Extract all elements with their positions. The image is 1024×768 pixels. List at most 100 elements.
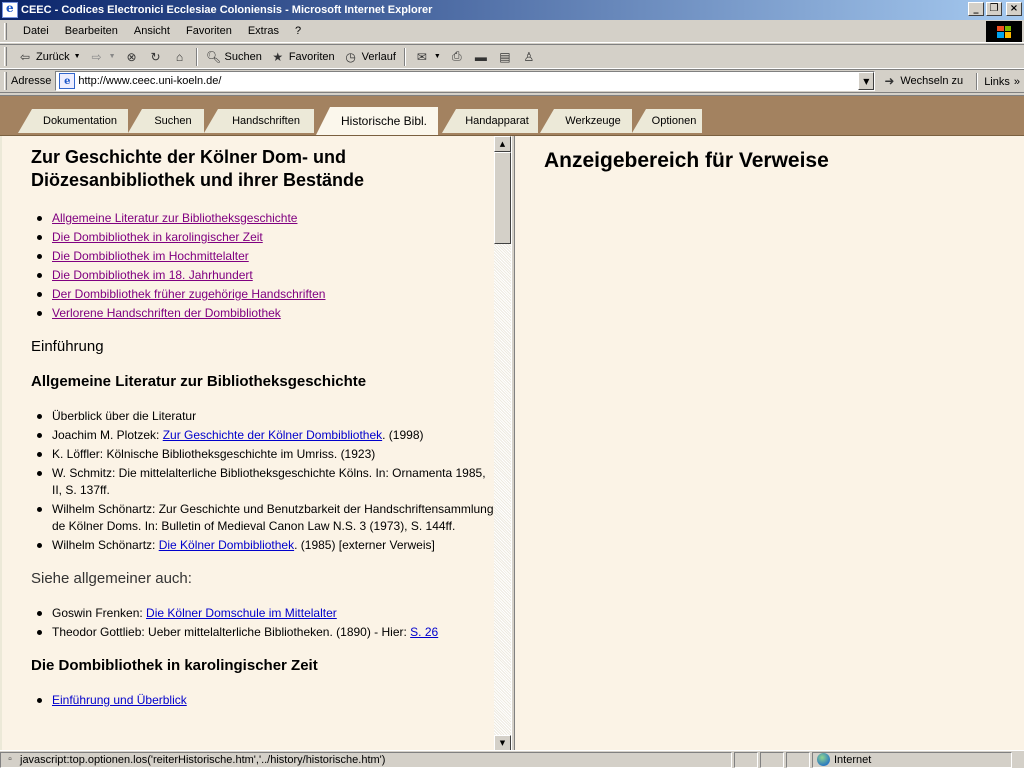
see-also-list: Goswin Frenken: Die Kölner Domschule im … bbox=[31, 605, 494, 641]
list-item: Überblick über die Literatur bbox=[31, 408, 494, 425]
forward-arrow-icon: ⇨ bbox=[91, 49, 102, 64]
status-cell bbox=[734, 751, 758, 768]
list-item: Wilhelm Schönartz: Zur Geschichte und Be… bbox=[31, 501, 494, 535]
discuss-icon: ▤ bbox=[499, 49, 511, 64]
section-heading-einfuehrung: Einführung bbox=[31, 338, 104, 355]
list-item: Der Dombibliothek früher zugehörige Hand… bbox=[31, 286, 494, 303]
left-frame-content: Zur Geschichte der Kölner Dom- und Diöze… bbox=[2, 136, 494, 751]
stop-button[interactable]: ⊗ bbox=[120, 47, 144, 67]
tab-historische-bibl[interactable]: Historische Bibl. bbox=[316, 107, 438, 135]
favorites-button[interactable]: ★ Favoriten bbox=[266, 47, 339, 67]
go-arrow-icon: ➜ bbox=[884, 74, 895, 88]
tab-handschriften[interactable]: Handschriften bbox=[204, 109, 314, 133]
go-button[interactable]: ➜ Wechseln zu bbox=[881, 73, 963, 89]
title-bar: CEEC - Codices Electronici Ecclesiae Col… bbox=[0, 0, 1024, 20]
menu-datei[interactable]: Datei bbox=[15, 23, 57, 39]
list-item: Joachim M. Plotzek: Zur Geschichte der K… bbox=[31, 427, 494, 444]
discuss-button[interactable]: ▤ bbox=[493, 47, 517, 67]
tab-werkzeuge[interactable]: Werkzeuge bbox=[540, 109, 632, 133]
toolbar-grip[interactable] bbox=[4, 22, 7, 40]
page-title: Zur Geschichte der Kölner Dom- und Diöze… bbox=[31, 147, 365, 190]
windows-flag-icon bbox=[997, 25, 1011, 38]
address-bar: Adresse e ▼ ➜ Wechseln zu Links » bbox=[0, 69, 1024, 93]
toc-link[interactable]: Die Dombibliothek im 18. Jahrhundert bbox=[52, 268, 253, 282]
menu-help[interactable]: ? bbox=[287, 23, 309, 39]
toc-link[interactable]: Der Dombibliothek früher zugehörige Hand… bbox=[52, 287, 325, 301]
literature-link[interactable]: Zur Geschichte der Kölner Dombibliothek bbox=[163, 428, 382, 442]
status-cell bbox=[786, 751, 810, 768]
security-zone[interactable]: Internet bbox=[812, 751, 1012, 768]
section-link[interactable]: Einführung und Überblick bbox=[52, 693, 187, 707]
right-frame: Anzeigebereich für Verweise bbox=[515, 136, 1024, 751]
chevron-down-icon: ▼ bbox=[73, 53, 81, 60]
home-button[interactable]: ⌂ bbox=[168, 47, 192, 67]
back-arrow-icon: ⇦ bbox=[19, 49, 31, 64]
menu-bearbeiten[interactable]: Bearbeiten bbox=[57, 23, 126, 39]
list-item-text: . (1998) bbox=[382, 428, 424, 442]
minimize-button[interactable]: _ bbox=[968, 2, 984, 16]
menu-ansicht[interactable]: Ansicht bbox=[126, 23, 178, 39]
tab-optionen[interactable]: Optionen bbox=[632, 109, 702, 133]
vertical-scrollbar[interactable]: ▲ ▼ bbox=[494, 136, 511, 751]
toolbar-separator bbox=[195, 47, 198, 66]
scroll-down-button[interactable]: ▼ bbox=[494, 735, 511, 751]
list-item: Allgemeine Literatur zur Bibliotheksgesc… bbox=[31, 210, 494, 227]
restore-button[interactable]: ❐ bbox=[986, 2, 1002, 16]
toc-link[interactable]: Allgemeine Literatur zur Bibliotheksgesc… bbox=[52, 211, 297, 225]
chevron-down-icon: ▼ bbox=[433, 53, 441, 60]
history-button[interactable]: ◷ Verlauf bbox=[339, 47, 400, 67]
toc-link[interactable]: Die Dombibliothek im Hochmittelalter bbox=[52, 249, 249, 263]
list-item: Theodor Gottlieb: Ueber mittelalterliche… bbox=[31, 624, 494, 641]
close-button[interactable]: × bbox=[1006, 2, 1022, 16]
zone-label: Internet bbox=[834, 753, 872, 766]
toolbar-grip[interactable] bbox=[4, 72, 7, 90]
mail-icon: ✉ bbox=[416, 49, 427, 64]
see-also-link[interactable]: S. 26 bbox=[410, 625, 438, 639]
refresh-icon: ↻ bbox=[150, 49, 161, 64]
scroll-up-button[interactable]: ▲ bbox=[494, 136, 511, 152]
home-icon: ⌂ bbox=[175, 49, 184, 64]
tab-suchen[interactable]: Suchen bbox=[128, 109, 204, 133]
links-button[interactable]: Links » bbox=[976, 73, 1020, 90]
address-dropdown-button[interactable]: ▼ bbox=[858, 72, 875, 90]
edit-button[interactable]: ▬ bbox=[469, 47, 493, 67]
printer-icon: ⎙ bbox=[452, 49, 462, 63]
globe-icon bbox=[817, 753, 830, 766]
list-item: Wilhelm Schönartz: Die Kölner Dombibliot… bbox=[31, 537, 494, 554]
list-item: Einführung und Überblick bbox=[31, 692, 494, 709]
list-item: Die Dombibliothek im 18. Jahrhundert bbox=[31, 267, 494, 284]
list-item-text: Wilhelm Schönartz: bbox=[52, 538, 159, 552]
list-item: W. Schmitz: Die mittelalterliche Bibliot… bbox=[31, 465, 494, 499]
messenger-icon: ♙ bbox=[523, 49, 535, 64]
menu-extras[interactable]: Extras bbox=[240, 23, 287, 39]
scroll-thumb[interactable] bbox=[494, 152, 511, 244]
messenger-button[interactable]: ♙ bbox=[517, 47, 541, 67]
address-field[interactable]: e ▼ bbox=[55, 71, 876, 91]
forward-button[interactable]: ⇨ ▼ bbox=[85, 47, 120, 67]
section-heading-literatur: Allgemeine Literatur zur Bibliotheksgesc… bbox=[31, 373, 367, 390]
toc-link[interactable]: Verlorene Handschriften der Dombibliothe… bbox=[52, 306, 281, 320]
status-text: javascript:top.optionen.los('reiterHisto… bbox=[20, 753, 386, 766]
search-icon: 🔍︎ bbox=[205, 49, 222, 64]
literature-link[interactable]: Die Kölner Dombibliothek bbox=[159, 538, 294, 552]
toc-link[interactable]: Die Dombibliothek in karolingischer Zeit bbox=[52, 230, 263, 244]
history-icon: ◷ bbox=[345, 49, 356, 64]
address-label: Adresse bbox=[11, 75, 52, 87]
search-button[interactable]: 🔍︎ Suchen bbox=[202, 47, 266, 67]
go-label: Wechseln zu bbox=[900, 75, 964, 87]
toolbar-grip[interactable] bbox=[4, 47, 7, 66]
menu-favoriten[interactable]: Favoriten bbox=[178, 23, 240, 39]
list-item-text: Goswin Frenken: bbox=[52, 606, 147, 620]
tab-handapparat[interactable]: Handapparat bbox=[442, 109, 538, 133]
links-label: Links bbox=[984, 75, 1010, 88]
refresh-button[interactable]: ↻ bbox=[144, 47, 168, 67]
print-button[interactable]: ⎙ bbox=[445, 47, 469, 67]
toolbar-separator bbox=[976, 73, 979, 90]
see-also-link[interactable]: Die Kölner Domschule im Mittelalter bbox=[146, 606, 337, 620]
back-button[interactable]: ⇦ Zurück ▼ bbox=[13, 47, 85, 67]
list-item: Die Dombibliothek im Hochmittelalter bbox=[31, 248, 494, 265]
address-input[interactable] bbox=[78, 75, 859, 87]
tab-dokumentation[interactable]: Dokumentation bbox=[18, 109, 128, 133]
back-label: Zurück bbox=[36, 50, 70, 63]
mail-button[interactable]: ✉ ▼ bbox=[410, 47, 445, 67]
